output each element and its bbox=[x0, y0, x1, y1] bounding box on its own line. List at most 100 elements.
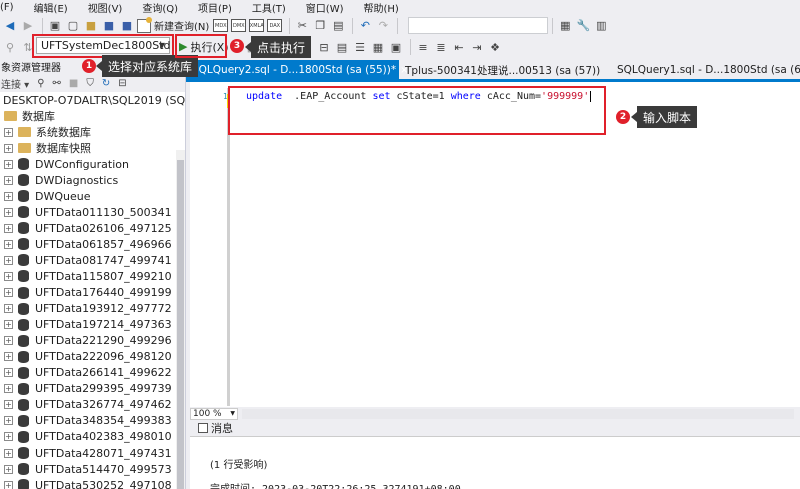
expand-icon[interactable]: + bbox=[4, 223, 13, 233]
tree-folder-item[interactable]: + 数据库快照 bbox=[0, 140, 185, 156]
database-item[interactable]: + UFTData428071_497431 bbox=[0, 445, 185, 461]
connect-dropdown[interactable]: 连接 ▾ bbox=[1, 76, 29, 91]
expand-icon[interactable]: + bbox=[4, 175, 13, 185]
database-item[interactable]: + UFTData176440_499199 bbox=[0, 285, 185, 301]
database-item[interactable]: + UFTData115807_499210 bbox=[0, 268, 185, 284]
paste-icon[interactable]: ▤ bbox=[330, 18, 346, 34]
menu-help[interactable]: 帮助(H) bbox=[364, 0, 405, 15]
database-item[interactable]: + UFTData402383_498010 bbox=[0, 429, 185, 445]
database-item[interactable]: + UFTData530252_497108 bbox=[0, 477, 185, 489]
connect-object-icon[interactable]: ⚲ bbox=[37, 78, 44, 89]
expand-icon[interactable]: + bbox=[4, 255, 13, 265]
expand-icon[interactable]: + bbox=[4, 271, 13, 281]
back-icon[interactable]: ◀ bbox=[2, 18, 18, 34]
comment-icon[interactable]: ≡ bbox=[415, 39, 431, 55]
database-item[interactable]: + UFTData514470_499573 bbox=[0, 461, 185, 477]
database-item[interactable]: + UFTData266141_499622 bbox=[0, 365, 185, 381]
save-all-icon[interactable]: ■ bbox=[119, 18, 135, 34]
database-item[interactable]: + UFTData011130_500341 bbox=[0, 204, 185, 220]
copy-icon[interactable]: ❐ bbox=[312, 18, 328, 34]
menu-query[interactable]: 查询(Q) bbox=[142, 0, 184, 15]
results-to-text-icon[interactable]: ☰ bbox=[352, 39, 368, 55]
expand-icon[interactable]: + bbox=[4, 191, 13, 201]
expand-icon[interactable]: + bbox=[4, 432, 13, 442]
editor-hscrollbar[interactable] bbox=[242, 408, 794, 419]
database-item[interactable]: + DWDiagnostics bbox=[0, 172, 185, 188]
open-file-icon[interactable]: ■ bbox=[83, 18, 99, 34]
database-item[interactable]: + DWQueue bbox=[0, 188, 185, 204]
refresh-icon[interactable]: ↻ bbox=[102, 78, 110, 89]
menu-view[interactable]: 视图(V) bbox=[88, 0, 129, 15]
expand-icon[interactable]: + bbox=[4, 400, 13, 410]
expand-icon[interactable]: + bbox=[4, 368, 13, 378]
tab-sqlquery1[interactable]: SQLQuery1.sql - D...1800Std (sa (62))* bbox=[611, 60, 800, 80]
database-item[interactable]: + UFTData222096_498120 bbox=[0, 349, 185, 365]
expand-icon[interactable]: + bbox=[4, 384, 13, 394]
menu-project[interactable]: 项目(P) bbox=[198, 0, 238, 15]
expand-icon[interactable]: + bbox=[4, 352, 13, 362]
expand-icon[interactable]: + bbox=[4, 143, 13, 153]
tab-tplus[interactable]: Tplus-500341处理说...00513 (sa (57)) bbox=[399, 60, 611, 80]
expand-icon[interactable]: + bbox=[4, 159, 13, 169]
menu-tools[interactable]: 工具(T) bbox=[252, 0, 292, 15]
find-input[interactable] bbox=[408, 17, 549, 34]
database-item[interactable]: + UFTData193912_497772 bbox=[0, 301, 185, 317]
server-node[interactable]: DESKTOP-O7DALTR\SQL2019 (SQL S bbox=[0, 92, 185, 108]
database-item[interactable]: + UFTData081747_499741 bbox=[0, 252, 185, 268]
dax-query-icon[interactable]: DAX bbox=[267, 19, 283, 32]
database-item[interactable]: + UFTData197214_497363 bbox=[0, 317, 185, 333]
undo-icon[interactable]: ↶ bbox=[357, 18, 373, 34]
menu-window[interactable]: 窗口(W) bbox=[306, 0, 350, 15]
toolbox-icon[interactable]: ▥ bbox=[593, 18, 609, 34]
forward-icon[interactable]: ▶ bbox=[20, 18, 36, 34]
include-plan-icon[interactable]: ▤ bbox=[334, 39, 350, 55]
intellisense-icon[interactable]: ⊟ bbox=[316, 39, 332, 55]
add-item-icon[interactable]: ▢ bbox=[65, 18, 81, 34]
expand-icon[interactable]: + bbox=[4, 480, 13, 489]
expand-icon[interactable]: + bbox=[4, 304, 13, 314]
new-project-icon[interactable]: ▣ bbox=[47, 18, 63, 34]
database-item[interactable]: + UFTData348354_499383 bbox=[0, 413, 185, 429]
expand-icon[interactable]: + bbox=[4, 448, 13, 458]
expand-icon[interactable]: + bbox=[4, 416, 13, 426]
filter-icon[interactable]: ⛉ bbox=[86, 78, 94, 89]
object-explorer-scrollbar[interactable] bbox=[176, 150, 185, 489]
indent-icon[interactable]: ⇥ bbox=[469, 39, 485, 55]
properties-icon[interactable]: ▦ bbox=[557, 18, 573, 34]
new-query-button[interactable]: 新建查询(N) bbox=[137, 16, 209, 33]
stop-icon[interactable]: ■ bbox=[69, 78, 78, 89]
dmx-query-icon[interactable]: DMX bbox=[231, 19, 247, 32]
database-item[interactable]: + UFTData299395_499739 bbox=[0, 381, 185, 397]
redo-icon[interactable]: ↷ bbox=[375, 18, 391, 34]
collapse-icon[interactable]: ⊟ bbox=[118, 78, 126, 89]
tab-sqlquery2[interactable]: SQLQuery2.sql - D...1800Std (sa (55))* × bbox=[186, 60, 408, 80]
results-to-grid-icon[interactable]: ▦ bbox=[370, 39, 386, 55]
wrench-icon[interactable]: 🔧 bbox=[575, 18, 591, 34]
results-to-file-icon[interactable]: ▣ bbox=[388, 39, 404, 55]
expand-icon[interactable]: + bbox=[4, 239, 13, 249]
database-item[interactable]: + DWConfiguration bbox=[0, 156, 185, 172]
menu-edit[interactable]: 编辑(E) bbox=[34, 0, 74, 15]
expand-icon[interactable]: + bbox=[4, 207, 13, 217]
database-item[interactable]: + UFTData061857_496966 bbox=[0, 236, 185, 252]
save-icon[interactable]: ■ bbox=[101, 18, 117, 34]
disconnect-icon[interactable]: ⚯ bbox=[53, 78, 61, 89]
databases-node[interactable]: 数据库 bbox=[0, 108, 185, 124]
outdent-icon[interactable]: ⇤ bbox=[451, 39, 467, 55]
uncomment-icon[interactable]: ≣ bbox=[433, 39, 449, 55]
expand-icon[interactable]: + bbox=[4, 320, 13, 330]
scrollbar-thumb[interactable] bbox=[177, 160, 184, 489]
expand-icon[interactable]: + bbox=[4, 464, 13, 474]
expand-icon[interactable]: + bbox=[4, 127, 13, 137]
menu-file[interactable]: (F) bbox=[0, 2, 20, 13]
database-item[interactable]: + UFTData326774_497462 bbox=[0, 397, 185, 413]
tab-messages[interactable]: 消息 bbox=[190, 420, 800, 437]
cut-icon[interactable]: ✂ bbox=[294, 18, 310, 34]
tree-folder-item[interactable]: + 系统数据库 bbox=[0, 124, 185, 140]
expand-icon[interactable]: + bbox=[4, 336, 13, 346]
xmla-query-icon[interactable]: XMLA bbox=[249, 19, 265, 32]
zoom-select[interactable]: 100 % ▼ bbox=[190, 407, 238, 420]
connect-icon[interactable]: ⚲ bbox=[2, 39, 18, 55]
expand-icon[interactable]: + bbox=[4, 288, 13, 298]
mdx-query-icon[interactable]: MDX bbox=[213, 19, 229, 32]
